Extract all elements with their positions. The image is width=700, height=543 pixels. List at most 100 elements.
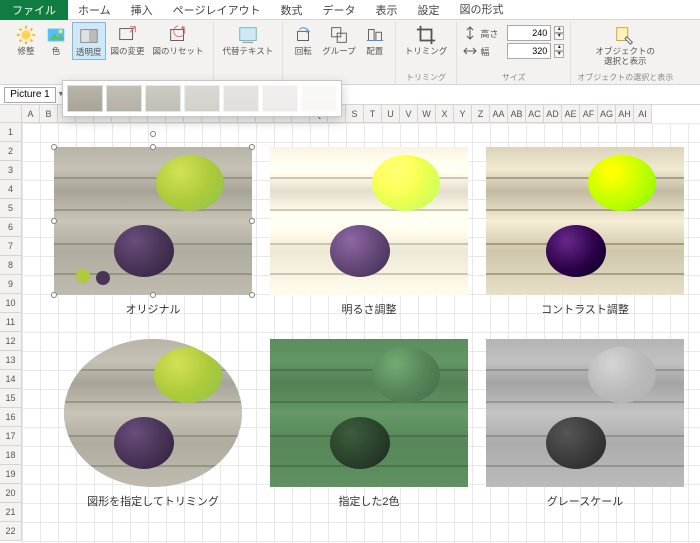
picture-brightness[interactable] [270,147,468,295]
color-label: 色 [52,47,61,56]
selection-pane-l2: 選択と表示 [604,57,647,66]
col-AB[interactable]: AB [508,105,526,123]
row-12[interactable]: 12 [0,332,22,351]
col-AF[interactable]: AF [580,105,598,123]
row-21[interactable]: 21 [0,503,22,522]
col-V[interactable]: V [400,105,418,123]
label-brightness: 明るさ調整 [270,301,468,317]
row-13[interactable]: 13 [0,351,22,370]
tab-pagelayout[interactable]: ページレイアウト [163,0,271,21]
width-up[interactable]: ▴ [554,44,564,51]
picture-original[interactable] [54,147,252,295]
col-AE[interactable]: AE [562,105,580,123]
width-icon [463,44,477,58]
row-9[interactable]: 9 [0,275,22,294]
row-8[interactable]: 8 [0,256,22,275]
col-X[interactable]: X [436,105,454,123]
trans-30[interactable] [145,85,181,112]
tab-settings[interactable]: 設定 [407,0,449,21]
row-16[interactable]: 16 [0,408,22,427]
col-A[interactable]: A [22,105,40,123]
picture-grayscale[interactable] [486,339,684,487]
alt-text-label: 代替テキスト [223,47,274,56]
change-picture-button[interactable]: 図の変更 [108,22,148,58]
tab-picture-format[interactable]: 図の形式 [449,0,513,22]
corrections-label: 修整 [17,47,34,56]
row-1[interactable]: 1 [0,123,22,142]
group-button[interactable]: グループ [319,22,359,58]
rotate-button[interactable]: 回転 [289,22,317,58]
row-14[interactable]: 14 [0,370,22,389]
alt-text-button[interactable]: 代替テキスト [220,22,277,58]
picture-crop-shape[interactable] [64,339,242,487]
tab-home[interactable]: ホーム [68,0,121,21]
height-label: 高さ [480,27,504,40]
col-AI[interactable]: AI [634,105,652,123]
tab-formula[interactable]: 数式 [270,0,312,21]
label-duotone: 指定した2色 [270,493,468,509]
group-label: グループ [322,47,356,56]
crop-group-label: トリミング [406,72,446,84]
tab-view[interactable]: 表示 [365,0,407,21]
tab-data[interactable]: データ [312,0,365,21]
col-U[interactable]: U [382,105,400,123]
change-label: 図の変更 [111,47,145,56]
height-input[interactable] [507,25,551,41]
row-18[interactable]: 18 [0,446,22,465]
col-B[interactable]: B [40,105,58,123]
name-box[interactable] [4,87,56,103]
color-button[interactable]: 色 [42,22,70,58]
row-4[interactable]: 4 [0,180,22,199]
rotate-label: 回転 [295,47,312,56]
crop-label: トリミング [405,47,448,56]
width-input[interactable] [507,43,551,59]
trans-95[interactable] [301,85,337,112]
col-AG[interactable]: AG [598,105,616,123]
row-3[interactable]: 3 [0,161,22,180]
row-19[interactable]: 19 [0,465,22,484]
trans-50[interactable] [184,85,220,112]
align-button[interactable]: 配置 [361,22,389,58]
row-15[interactable]: 15 [0,389,22,408]
select-all-corner[interactable] [0,105,22,123]
col-AC[interactable]: AC [526,105,544,123]
height-down[interactable]: ▾ [554,33,564,40]
row-7[interactable]: 7 [0,237,22,256]
row-6[interactable]: 6 [0,218,22,237]
col-AD[interactable]: AD [544,105,562,123]
tab-insert[interactable]: 挿入 [121,0,163,21]
label-grayscale: グレースケール [486,493,684,509]
col-T[interactable]: T [364,105,382,123]
picture-contrast[interactable] [486,147,684,295]
picture-duotone[interactable] [270,339,468,487]
width-down[interactable]: ▾ [554,51,564,58]
col-S[interactable]: S [346,105,364,123]
col-W[interactable]: W [418,105,436,123]
height-up[interactable]: ▴ [554,26,564,33]
trans-15[interactable] [106,85,142,112]
row-20[interactable]: 20 [0,484,22,503]
row-11[interactable]: 11 [0,313,22,332]
col-AA[interactable]: AA [490,105,508,123]
trans-65[interactable] [223,85,259,112]
row-5[interactable]: 5 [0,199,22,218]
col-Z[interactable]: Z [472,105,490,123]
col-AH[interactable]: AH [616,105,634,123]
width-label: 幅 [480,45,504,58]
height-icon [463,26,477,40]
col-Y[interactable]: Y [454,105,472,123]
selection-pane-button[interactable]: オブジェクトの選択と表示 [593,22,659,69]
transparency-button[interactable]: 透明度 [72,22,106,60]
trans-80[interactable] [262,85,298,112]
row-2[interactable]: 2 [0,142,22,161]
trans-0[interactable] [67,85,103,112]
row-17[interactable]: 17 [0,427,22,446]
row-22[interactable]: 22 [0,522,22,541]
file-tab[interactable]: ファイル [0,0,68,20]
reset-picture-button[interactable]: 図のリセット [150,22,207,58]
corrections-button[interactable]: 修整 [12,22,40,58]
reset-label: 図のリセット [153,47,204,56]
row-10[interactable]: 10 [0,294,22,313]
crop-button[interactable]: トリミング [402,22,451,58]
obj-group-label: オブジェクトの選択と表示 [577,72,673,84]
